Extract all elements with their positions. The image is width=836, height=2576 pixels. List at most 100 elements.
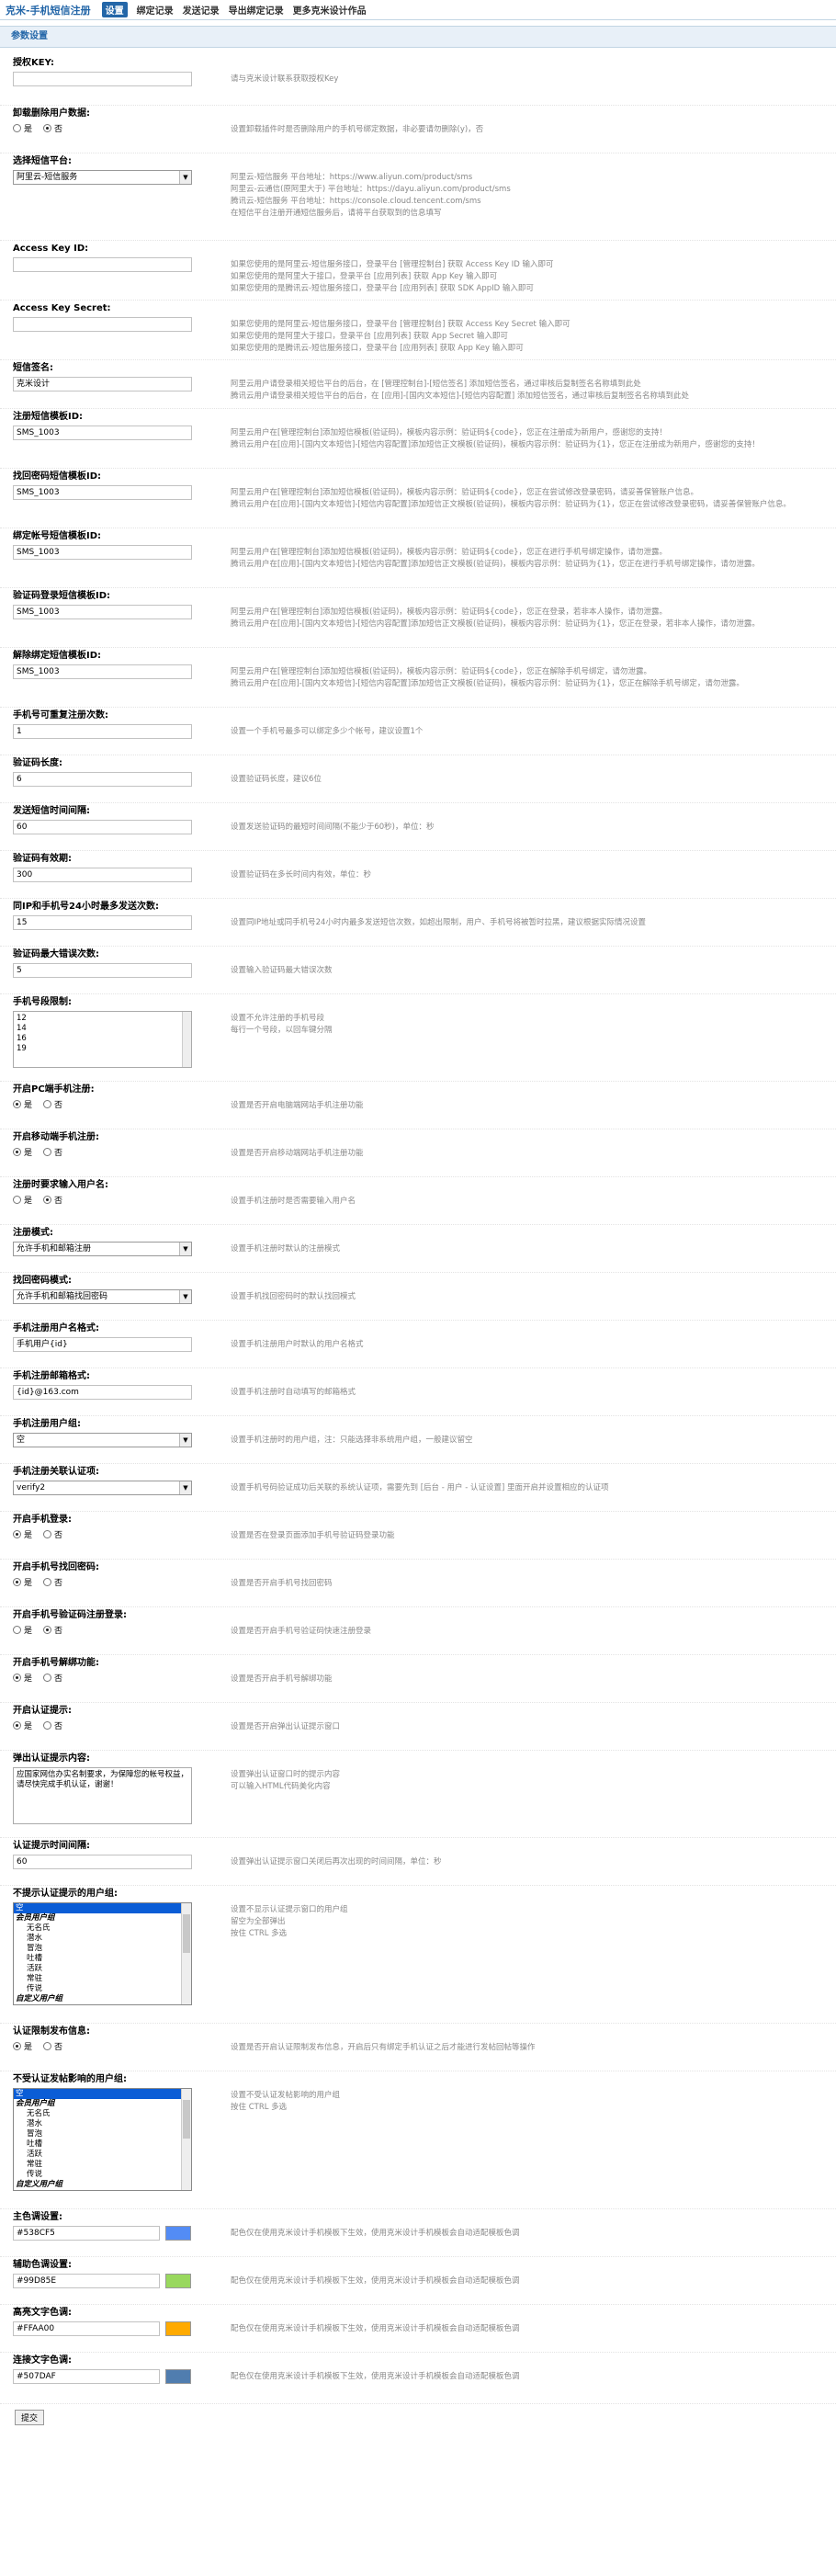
radio-button[interactable] <box>43 1148 52 1156</box>
text-input[interactable]: 15 <box>13 915 192 930</box>
dropdown[interactable]: verify2 ▼ <box>13 1481 192 1495</box>
select-option[interactable]: 传说 <box>14 2170 191 2180</box>
color-swatch[interactable] <box>165 2369 191 2384</box>
radio-no[interactable]: 否 <box>43 2040 62 2055</box>
text-input[interactable]: {id}@163.com <box>13 1385 192 1400</box>
text-input[interactable]: 5 <box>13 963 192 978</box>
color-swatch[interactable] <box>165 2274 191 2288</box>
radio-button[interactable] <box>43 1626 52 1634</box>
radio-no[interactable]: 否 <box>43 1194 62 1209</box>
select-option[interactable]: 常驻 <box>14 1974 191 1984</box>
radio-yes[interactable]: 是 <box>13 1098 32 1113</box>
radio-button[interactable] <box>13 1626 21 1634</box>
text-input[interactable] <box>13 257 192 272</box>
radio-button[interactable] <box>43 1100 52 1108</box>
select-option[interactable]: 空 <box>14 1903 191 1913</box>
radio-button[interactable] <box>43 1674 52 1682</box>
text-input[interactable] <box>13 72 192 86</box>
select-option[interactable]: 潜水 <box>14 2119 191 2129</box>
scrollbar[interactable] <box>181 1903 191 2004</box>
tab-more-works[interactable]: 更多克米设计作品 <box>293 3 367 17</box>
radio-button[interactable] <box>43 1530 52 1538</box>
text-input[interactable]: 1 <box>13 724 192 739</box>
radio-button[interactable] <box>13 1196 21 1204</box>
radio-button[interactable] <box>13 1721 21 1730</box>
select-option[interactable]: 无名氏 <box>14 1923 191 1934</box>
radio-button[interactable] <box>43 1578 52 1586</box>
radio-button[interactable] <box>13 1530 21 1538</box>
radio-button[interactable] <box>43 2042 52 2050</box>
text-input[interactable]: SMS_1003 <box>13 545 192 560</box>
radio-yes[interactable]: 是 <box>13 1146 32 1161</box>
multi-select[interactable]: 空会员用户组 无名氏 潜水 冒泡 吐槽 活跃 常驻 传说 自定义用户组 <box>13 2088 192 2191</box>
radio-button[interactable] <box>13 1148 21 1156</box>
dropdown[interactable]: 阿里云-短信服务 ▼ <box>13 170 192 185</box>
text-input[interactable]: 60 <box>13 1855 192 1869</box>
select-option[interactable]: 常驻 <box>14 2160 191 2170</box>
tab-settings[interactable]: 设置 <box>101 2 128 17</box>
radio-yes[interactable]: 是 <box>13 1576 32 1591</box>
scrollbar[interactable] <box>182 1012 191 1067</box>
radio-yes[interactable]: 是 <box>13 2040 32 2055</box>
text-input[interactable]: 60 <box>13 820 192 834</box>
radio-button[interactable] <box>43 124 52 132</box>
text-input[interactable]: SMS_1003 <box>13 426 192 440</box>
select-option[interactable]: 潜水 <box>14 1934 191 1944</box>
select-option[interactable]: 冒泡 <box>14 1944 191 1954</box>
text-input[interactable]: 6 <box>13 772 192 787</box>
color-input[interactable]: #538CF5 <box>13 2226 160 2241</box>
select-option[interactable]: 传说 <box>14 1984 191 1994</box>
textarea[interactable]: 应国家网信办实名制要求，为保障您的帐号权益，请尽快完成手机认证，谢谢！ <box>13 1767 192 1824</box>
radio-yes[interactable]: 是 <box>13 1672 32 1686</box>
radio-button[interactable] <box>13 1674 21 1682</box>
dropdown[interactable]: 允许手机和邮箱注册 ▼ <box>13 1242 192 1256</box>
select-option[interactable]: 无名氏 <box>14 2109 191 2119</box>
radio-no[interactable]: 否 <box>43 1624 62 1639</box>
color-input[interactable]: #FFAA00 <box>13 2321 160 2336</box>
radio-button[interactable] <box>13 1100 21 1108</box>
radio-yes[interactable]: 是 <box>13 1624 32 1639</box>
select-option[interactable]: 冒泡 <box>14 2129 191 2139</box>
select-option[interactable]: 活跃 <box>14 2150 191 2160</box>
text-input[interactable]: SMS_1003 <box>13 485 192 500</box>
color-swatch[interactable] <box>165 2226 191 2241</box>
dropdown[interactable]: 空 ▼ <box>13 1433 192 1447</box>
select-option[interactable]: 会员用户组 <box>14 2099 191 2109</box>
text-input[interactable] <box>13 317 192 332</box>
dropdown[interactable]: 允许手机和邮箱找回密码 ▼ <box>13 1289 192 1304</box>
radio-yes[interactable]: 是 <box>13 1194 32 1209</box>
radio-no[interactable]: 否 <box>43 1672 62 1686</box>
multi-select[interactable]: 空会员用户组 无名氏 潜水 冒泡 吐槽 活跃 常驻 传说 自定义用户组 <box>13 1902 192 2005</box>
radio-no[interactable]: 否 <box>43 1528 62 1543</box>
radio-yes[interactable]: 是 <box>13 122 32 137</box>
color-input[interactable]: #507DAF <box>13 2369 160 2384</box>
select-option[interactable]: 活跃 <box>14 1964 191 1974</box>
radio-yes[interactable]: 是 <box>13 1528 32 1543</box>
text-input[interactable]: 手机用户{id} <box>13 1337 192 1352</box>
radio-button[interactable] <box>13 1578 21 1586</box>
radio-no[interactable]: 否 <box>43 1098 62 1113</box>
radio-button[interactable] <box>13 2042 21 2050</box>
radio-no[interactable]: 否 <box>43 122 62 137</box>
select-option[interactable]: 自定义用户组 <box>14 2180 191 2190</box>
textarea[interactable]: 12 14 16 19 <box>13 1011 192 1068</box>
submit-button[interactable]: 提交 <box>15 2410 45 2425</box>
radio-button[interactable] <box>43 1721 52 1730</box>
text-input[interactable]: SMS_1003 <box>13 664 192 679</box>
radio-button[interactable] <box>43 1196 52 1204</box>
select-option[interactable]: 吐槽 <box>14 1954 191 1964</box>
text-input[interactable]: 克米设计 <box>13 377 192 392</box>
text-input[interactable]: SMS_1003 <box>13 605 192 619</box>
radio-no[interactable]: 否 <box>43 1146 62 1161</box>
radio-button[interactable] <box>13 124 21 132</box>
scrollbar[interactable] <box>181 2089 191 2190</box>
radio-yes[interactable]: 是 <box>13 1719 32 1734</box>
text-input[interactable]: 300 <box>13 868 192 882</box>
radio-no[interactable]: 否 <box>43 1719 62 1734</box>
select-option[interactable]: 空 <box>14 2089 191 2099</box>
select-option[interactable]: 自定义用户组 <box>14 1994 191 2004</box>
color-input[interactable]: #99D85E <box>13 2274 160 2288</box>
select-option[interactable]: 吐槽 <box>14 2139 191 2150</box>
radio-no[interactable]: 否 <box>43 1576 62 1591</box>
tab-export[interactable]: 导出绑定记录 <box>229 3 284 17</box>
